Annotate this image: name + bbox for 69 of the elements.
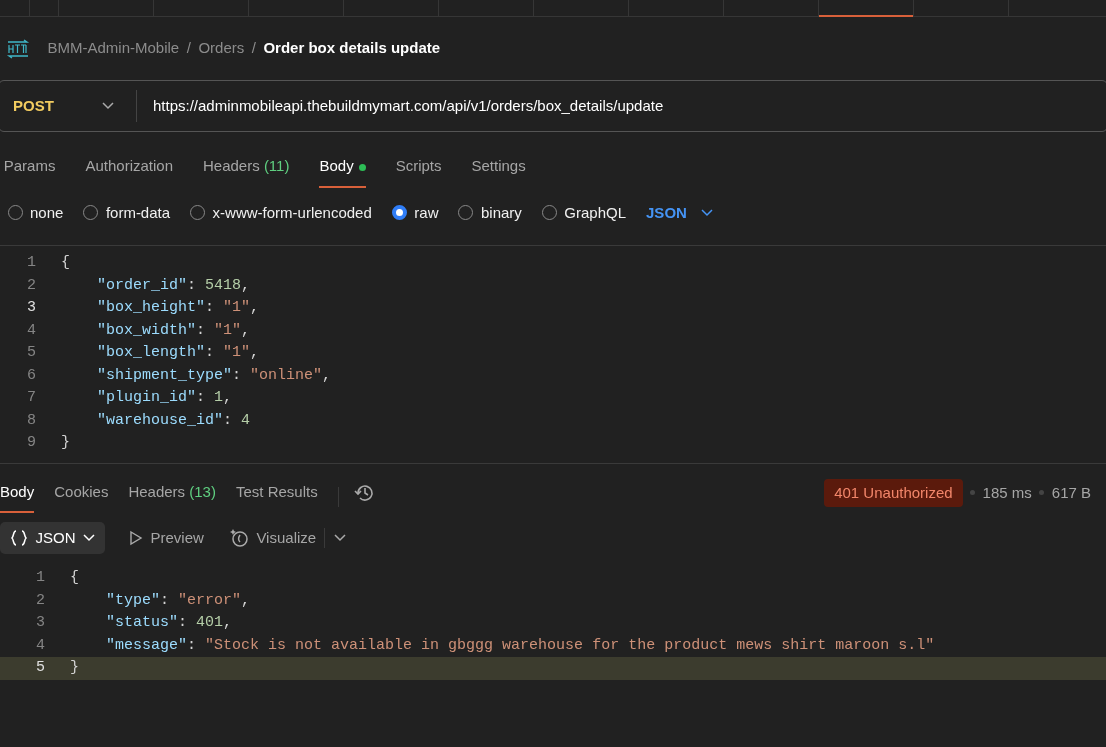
code-line: "box_length": "1", [96, 343, 260, 363]
visualize-button[interactable]: Visualize [256, 526, 317, 550]
radio-label: raw [414, 202, 439, 223]
braces-icon [10, 529, 28, 547]
line-number: 9 [26, 433, 36, 453]
request-title: Order box details update [263, 38, 441, 59]
url-field[interactable]: https://adminmobileapi.thebuildmymart.com/api/v1/orders/box_details/update [137, 94, 664, 118]
line-number: 4 [35, 635, 45, 656]
tab[interactable]: Body [319, 155, 366, 188]
chevron-down-icon[interactable] [700, 208, 713, 217]
code-line: "type": "error", [105, 590, 251, 611]
method-label: POST [13, 95, 54, 116]
code-line: { [69, 568, 79, 588]
status-badge: 401 Unauthorized [824, 478, 963, 507]
breadcrumb-separator: / [186, 38, 191, 59]
radio-label: binary [480, 202, 522, 223]
tab[interactable]: Test Results [235, 480, 318, 513]
sparkle-icon [228, 528, 249, 548]
code-line: "box_width": "1", [96, 320, 251, 341]
breadcrumb-link[interactable]: BMM-Admin-Mobile [47, 37, 180, 60]
format-dropdown[interactable]: JSON [646, 201, 687, 224]
line-number: 4 [26, 320, 36, 341]
tab[interactable]: Headers (13) [128, 480, 216, 513]
code-line: "shipment_type": "online", [96, 365, 332, 386]
response-time: 185 ms [982, 482, 1032, 503]
http-icon [6, 38, 30, 59]
tab[interactable]: Params [3, 155, 56, 188]
line-number: 3 [26, 298, 36, 318]
chevron-down-icon [102, 102, 114, 110]
line-number: 2 [26, 275, 36, 296]
radio-label: GraphQL [564, 202, 627, 223]
radio-button[interactable] [391, 205, 407, 221]
line-number: 7 [26, 388, 36, 408]
code-line: { [60, 253, 70, 273]
code-line: "status": 401, [105, 613, 233, 633]
play-icon [129, 530, 143, 546]
code-line: "warehouse_id": 4 [96, 410, 251, 431]
format-dropdown[interactable]: JSON [0, 522, 105, 554]
line-number: 2 [35, 590, 45, 611]
line-number: 6 [26, 365, 36, 386]
tab[interactable]: Body [0, 480, 35, 513]
code-line: "order_id": 5418, [96, 275, 251, 296]
radio-label: x-www-form-urlencoded [212, 202, 372, 223]
radio-label: none [30, 202, 64, 223]
code-line: "plugin_id": 1, [96, 388, 233, 408]
radio-label: form-data [105, 202, 171, 223]
preview-button[interactable]: Preview [150, 526, 204, 550]
chevron-down-icon [83, 534, 95, 542]
tab[interactable]: Authorization [85, 155, 173, 188]
tab[interactable]: Headers (11) [203, 155, 290, 188]
method-dropdown[interactable]: POST [0, 90, 137, 122]
tab[interactable] [819, 0, 914, 17]
line-number: 5 [26, 343, 36, 363]
line-number: 5 [35, 658, 45, 678]
code-line: } [60, 433, 70, 453]
line-number: 1 [35, 568, 45, 588]
tab[interactable]: Scripts [395, 155, 442, 188]
chevron-down-icon[interactable] [333, 534, 346, 542]
code-line: "box_height": "1", [96, 298, 260, 318]
line-number: 8 [26, 410, 36, 431]
tab[interactable]: Cookies [54, 480, 109, 513]
line-number: 3 [35, 613, 45, 633]
breadcrumb-link[interactable]: Orders [198, 37, 245, 60]
code-line: "message": "Stock is not available in gbggg warehouse for the product mews shirt maroon s.l" [105, 635, 935, 656]
response-size: 617 B [1051, 482, 1091, 503]
line-number: 1 [26, 253, 36, 273]
tab[interactable]: Settings [471, 155, 526, 188]
breadcrumb-separator: / [251, 38, 256, 59]
code-line: } [69, 658, 79, 678]
